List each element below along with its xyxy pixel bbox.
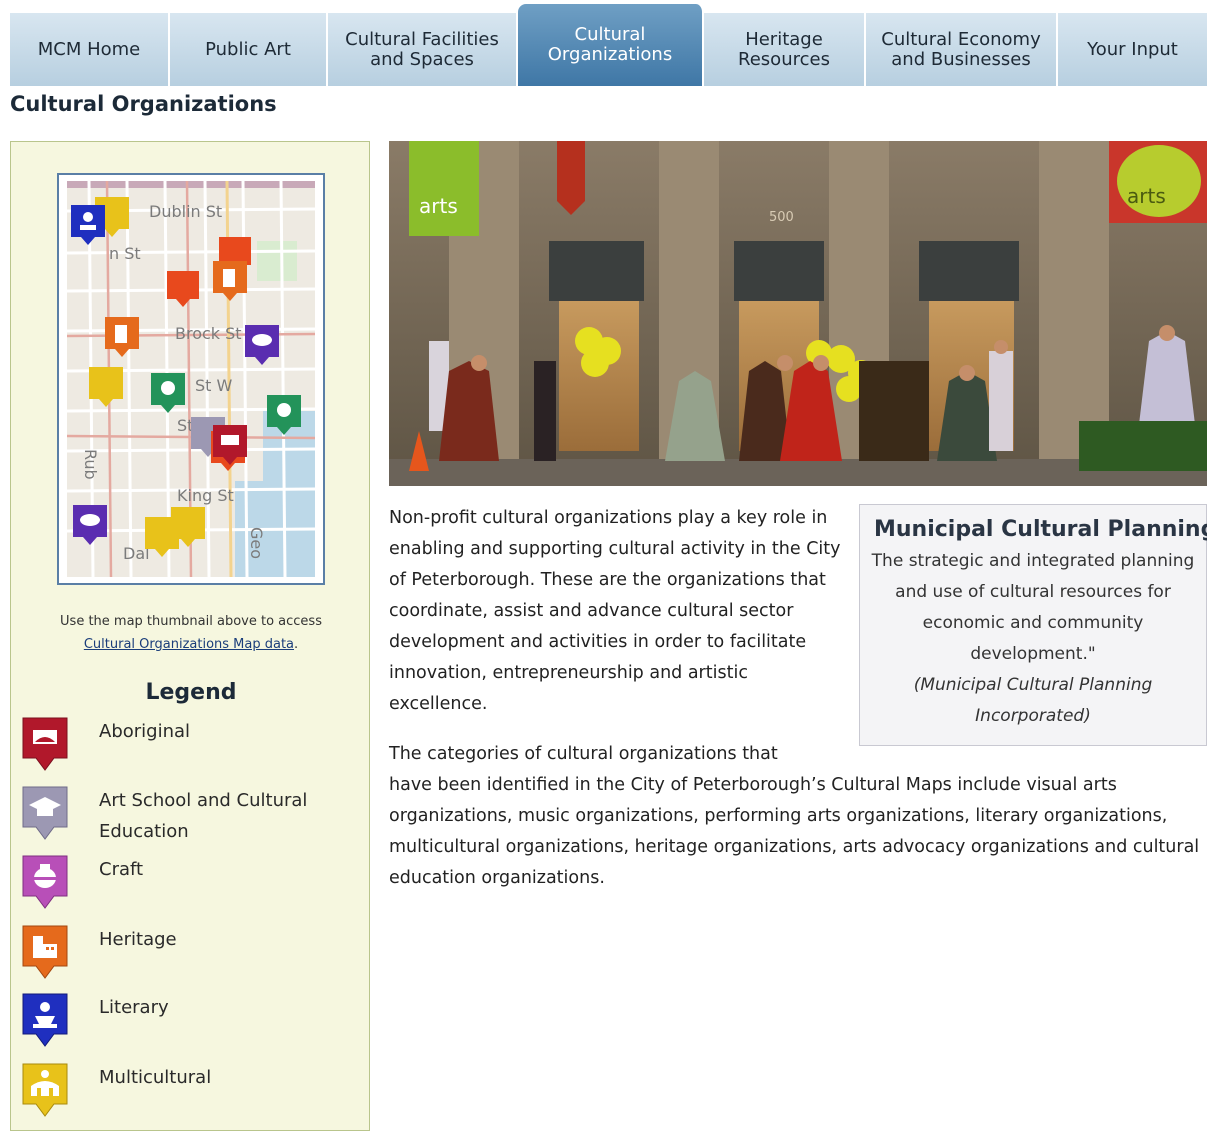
tab-your-input[interactable]: Your Input [1058,13,1207,86]
map-street-label: n St [109,244,141,263]
callout-title: Municipal Cultural Planning [874,517,1207,542]
tab-label: Cultural [574,24,646,45]
tab-label: Cultural Economy [881,28,1041,50]
reader-icon [22,993,68,1047]
categories-first-line: The categories of cultural organizations… [389,744,778,764]
performance-photo: arts arts 500 [389,141,1207,486]
map-graphic: Dublin St n St Brock St St W St King St … [67,181,315,577]
banner-text: arts [419,194,458,218]
intro-paragraph: Non-profit cultural organizations play a… [389,508,841,714]
categories-rest: have been identified in the City of Pete… [389,775,1200,888]
map-street-label: St W [195,376,233,395]
tab-label: Heritage [745,28,823,50]
tab-mcm-home[interactable]: MCM Home [10,13,170,86]
map-caption-text: Use the map thumbnail above to access [60,614,322,629]
tab-label-line2: and Spaces [370,48,474,70]
callout-source: (Municipal Cultural Planning Incorporate… [913,675,1153,726]
family-icon [22,1063,68,1117]
tab-label-line2: Resources [738,48,830,70]
hero-photo: arts arts 500 [389,141,1207,486]
tab-label: MCM Home [37,38,141,60]
aboriginal-icon [22,717,68,771]
map-street-label: Rub [81,449,100,480]
sidebar-panel: Dublin St n St Brock St St W St King St … [10,141,370,1131]
tab-cultural-facilities[interactable]: Cultural Facilities and Spaces [328,13,518,86]
legend-label: Art School and Cultural Education [99,790,308,842]
graduation-cap-icon [22,786,68,840]
map-caption: Use the map thumbnail above to access Cu… [11,610,371,656]
map-street-label: Dublin St [149,202,222,221]
tab-heritage-resources[interactable]: Heritage Resources [704,13,866,86]
historic-building-icon [22,925,68,979]
legend-label: Literary [99,997,169,1018]
legend-label: Heritage [99,929,177,950]
callout-body: The strategic and integrated planning an… [871,551,1195,664]
building-number: 500 [769,210,794,225]
map-thumbnail[interactable]: Dublin St n St Brock St St W St King St … [57,173,325,585]
pottery-icon [22,855,68,909]
map-data-link[interactable]: Cultural Organizations Map data [84,637,294,652]
tab-label: Public Art [205,38,291,60]
map-street-label: King St [177,486,234,505]
map-street-label: St [177,416,193,435]
banner-text-right: arts [1127,184,1166,208]
legend-label: Craft [99,859,144,880]
tab-label: Your Input [1087,38,1178,60]
map-caption-suffix: . [294,637,299,652]
legend-label: Aboriginal [99,721,191,742]
page-title: Cultural Organizations [10,92,277,116]
main-nav: MCM Home Public Art Cultural Facilities … [10,0,1207,86]
tab-public-art[interactable]: Public Art [170,13,328,86]
tab-label: Cultural Facilities [345,28,499,50]
tab-cultural-economy[interactable]: Cultural Economy and Businesses [866,13,1058,86]
legend-label: Multicultural [99,1067,212,1088]
definition-callout: Municipal Cultural Planning The strategi… [859,504,1207,746]
legend-title: Legend [145,680,237,705]
tab-label-line2: Organizations [547,44,673,65]
tab-cultural-organizations[interactable]: Cultural Organizations [518,4,704,86]
map-street-label: Geo [247,527,266,559]
tab-label-line2: and Businesses [891,48,1031,70]
categories-paragraph: The categories of cultural organizations… [389,739,1207,894]
map-street-label: Brock St [175,324,242,343]
